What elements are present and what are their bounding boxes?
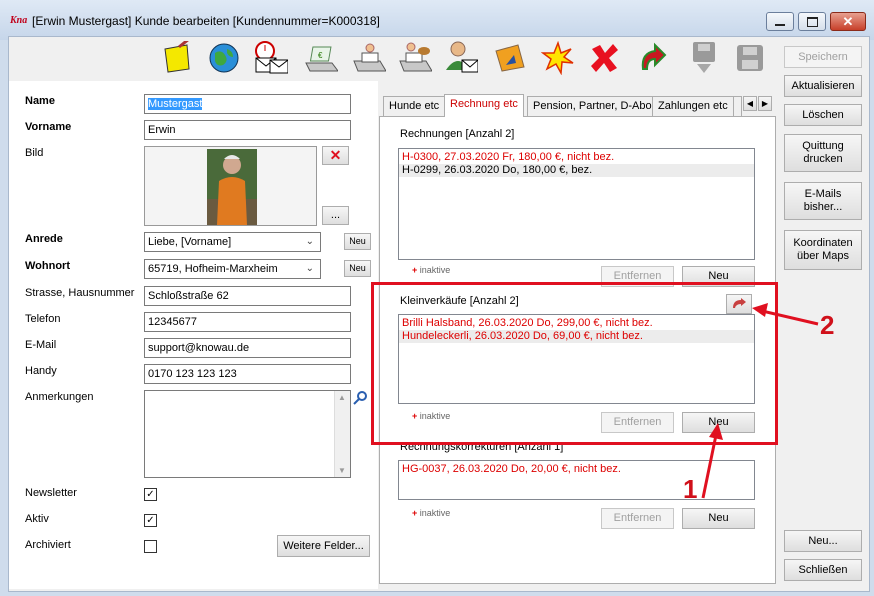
korrekturen-neu-button[interactable]: Neu [682, 508, 755, 529]
zoom-icon[interactable] [352, 390, 368, 406]
korrekturen-entfernen-button[interactable]: Entfernen [601, 508, 674, 529]
emails-bisher-button[interactable]: E-Mails bisher... [784, 182, 862, 220]
cash-register-icon[interactable]: € [302, 40, 338, 76]
vorname-input[interactable]: Erwin [144, 120, 351, 140]
tab-pension[interactable]: Pension, Partner, D-Abo [527, 96, 658, 116]
close-icon: ✕ [842, 13, 854, 29]
email-label: E-Mail [25, 339, 57, 351]
remove-photo-icon: ✕ [329, 147, 342, 163]
folder-arrow-icon[interactable] [492, 40, 528, 76]
annotation-arrows [701, 303, 819, 499]
globe-icon[interactable] [206, 40, 242, 76]
arrow-right-icon: ▶ [761, 99, 769, 108]
loeschen-button[interactable]: Löschen [784, 104, 862, 126]
archiviert-checkbox[interactable] [144, 540, 157, 553]
burst-icon[interactable] [540, 40, 576, 76]
name-input[interactable]: Mustergast [144, 94, 351, 114]
anmerkungen-textarea[interactable]: ▲ ▼ [144, 390, 351, 478]
chevron-down-icon: ⌄ [305, 236, 314, 247]
annotation-two: 2 [820, 310, 835, 340]
minimize-button[interactable] [766, 12, 794, 31]
vorname-label: Vorname [25, 121, 72, 133]
wohnort-label: Wohnort [25, 260, 71, 272]
tab-hunde[interactable]: Hunde etc [383, 96, 446, 116]
email-input[interactable]: support@knowau.de [144, 338, 351, 358]
aktiv-label: Aktiv [25, 513, 49, 525]
telefon-input[interactable]: 12345677 [144, 312, 351, 332]
choose-photo-button[interactable]: ... [322, 206, 349, 225]
note-icon[interactable] [158, 40, 194, 76]
scroll-up-icon: ▲ [338, 393, 346, 402]
aktualisieren-button[interactable]: Aktualisieren [784, 75, 862, 97]
close-button[interactable]: ✕ [830, 12, 866, 31]
undo-arrow-icon[interactable] [634, 40, 670, 76]
koordinaten-maps-button[interactable]: Koordinaten über Maps [784, 230, 862, 270]
photo-frame[interactable] [144, 146, 317, 226]
newsletter-label: Newsletter [25, 487, 77, 499]
speichern-button[interactable]: Speichern [784, 46, 862, 68]
wohnort-select[interactable]: 65719, Hofheim-Marxheim ⌄ [144, 259, 321, 279]
anrede-new-button[interactable]: Neu [344, 233, 371, 250]
list-item[interactable]: H-0299, 26.03.2020 Do, 180,00 €, bez. [399, 164, 754, 177]
handy-input[interactable]: 0170 123 123 123 [144, 364, 351, 384]
tab-zahlungen[interactable]: Zahlungen etc [652, 96, 734, 116]
cross-icon[interactable] [586, 40, 622, 76]
rechnungen-inaktive-toggle[interactable]: + inaktive [412, 265, 450, 275]
name-value: Mustergast [148, 98, 203, 110]
list-item[interactable]: H-0300, 27.03.2020 Fr, 180,00 €, nicht b… [399, 151, 754, 164]
svg-text:€: € [318, 51, 323, 60]
inaktive-label: inaktive [419, 508, 451, 518]
anmerkungen-scrollbar[interactable]: ▲ ▼ [334, 391, 350, 477]
tab-rechnung[interactable]: Rechnung etc [444, 94, 524, 117]
maximize-icon [806, 16, 818, 27]
chevron-down-icon: ⌄ [305, 263, 314, 274]
strasse-label: Strasse, Hausnummer [25, 287, 135, 299]
neu-dialog-button[interactable]: Neu... [784, 530, 862, 552]
printer-dog-icon[interactable] [396, 40, 432, 76]
rechnungen-header: Rechnungen [Anzahl 2] [400, 128, 515, 140]
name-label: Name [25, 95, 55, 107]
aktiv-checkbox[interactable]: ✓ [144, 514, 157, 527]
customer-photo [207, 149, 257, 225]
tab-overflow[interactable] [733, 96, 742, 116]
printer-user-icon[interactable] [350, 40, 386, 76]
annotation-one: 1 [683, 474, 698, 504]
tab-scroll-right-button[interactable]: ▶ [758, 96, 772, 111]
scroll-down-icon: ▼ [338, 466, 346, 475]
tab-scroll-left-button[interactable]: ◀ [743, 96, 757, 111]
maximize-button[interactable] [798, 12, 826, 31]
anrede-value: Liebe, [Vorname] [148, 236, 232, 248]
mail-clock-icon[interactable] [252, 40, 288, 76]
schliessen-button[interactable]: Schließen [784, 559, 862, 581]
minimize-icon [775, 23, 785, 26]
plus-icon: + [412, 265, 418, 275]
disk-disabled-icon[interactable] [732, 40, 768, 76]
strasse-input[interactable]: Schloßstraße 62 [144, 286, 351, 306]
archiviert-label: Archiviert [25, 539, 71, 551]
bild-label: Bild [25, 147, 44, 159]
rechnungen-list[interactable]: H-0300, 27.03.2020 Fr, 180,00 €, nicht b… [398, 148, 755, 260]
weitere-felder-button[interactable]: Weitere Felder... [277, 535, 370, 557]
wohnort-new-button[interactable]: Neu [344, 260, 371, 277]
inaktive-label: inaktive [419, 265, 451, 275]
save-disabled-icon[interactable] [686, 40, 722, 76]
user-mail-icon[interactable] [442, 40, 478, 76]
anmerkungen-label: Anmerkungen [25, 391, 94, 403]
anrede-label: Anrede [25, 233, 63, 245]
handy-label: Handy [25, 365, 57, 377]
newsletter-checkbox[interactable]: ✓ [144, 488, 157, 501]
quittung-drucken-button[interactable]: Quittung drucken [784, 134, 862, 172]
arrow-left-icon: ◀ [746, 99, 754, 108]
window-title: [Erwin Mustergast] Kunde bearbeiten [Kun… [32, 14, 380, 28]
anrede-select[interactable]: Liebe, [Vorname] ⌄ [144, 232, 321, 252]
remove-photo-button[interactable]: ✕ [322, 146, 349, 165]
wohnort-value: 65719, Hofheim-Marxheim [148, 263, 278, 275]
korrekturen-inaktive-toggle[interactable]: + inaktive [412, 508, 450, 518]
app-logo-icon: Kna [10, 15, 28, 26]
telefon-label: Telefon [25, 313, 61, 325]
plus-icon: + [412, 508, 418, 518]
